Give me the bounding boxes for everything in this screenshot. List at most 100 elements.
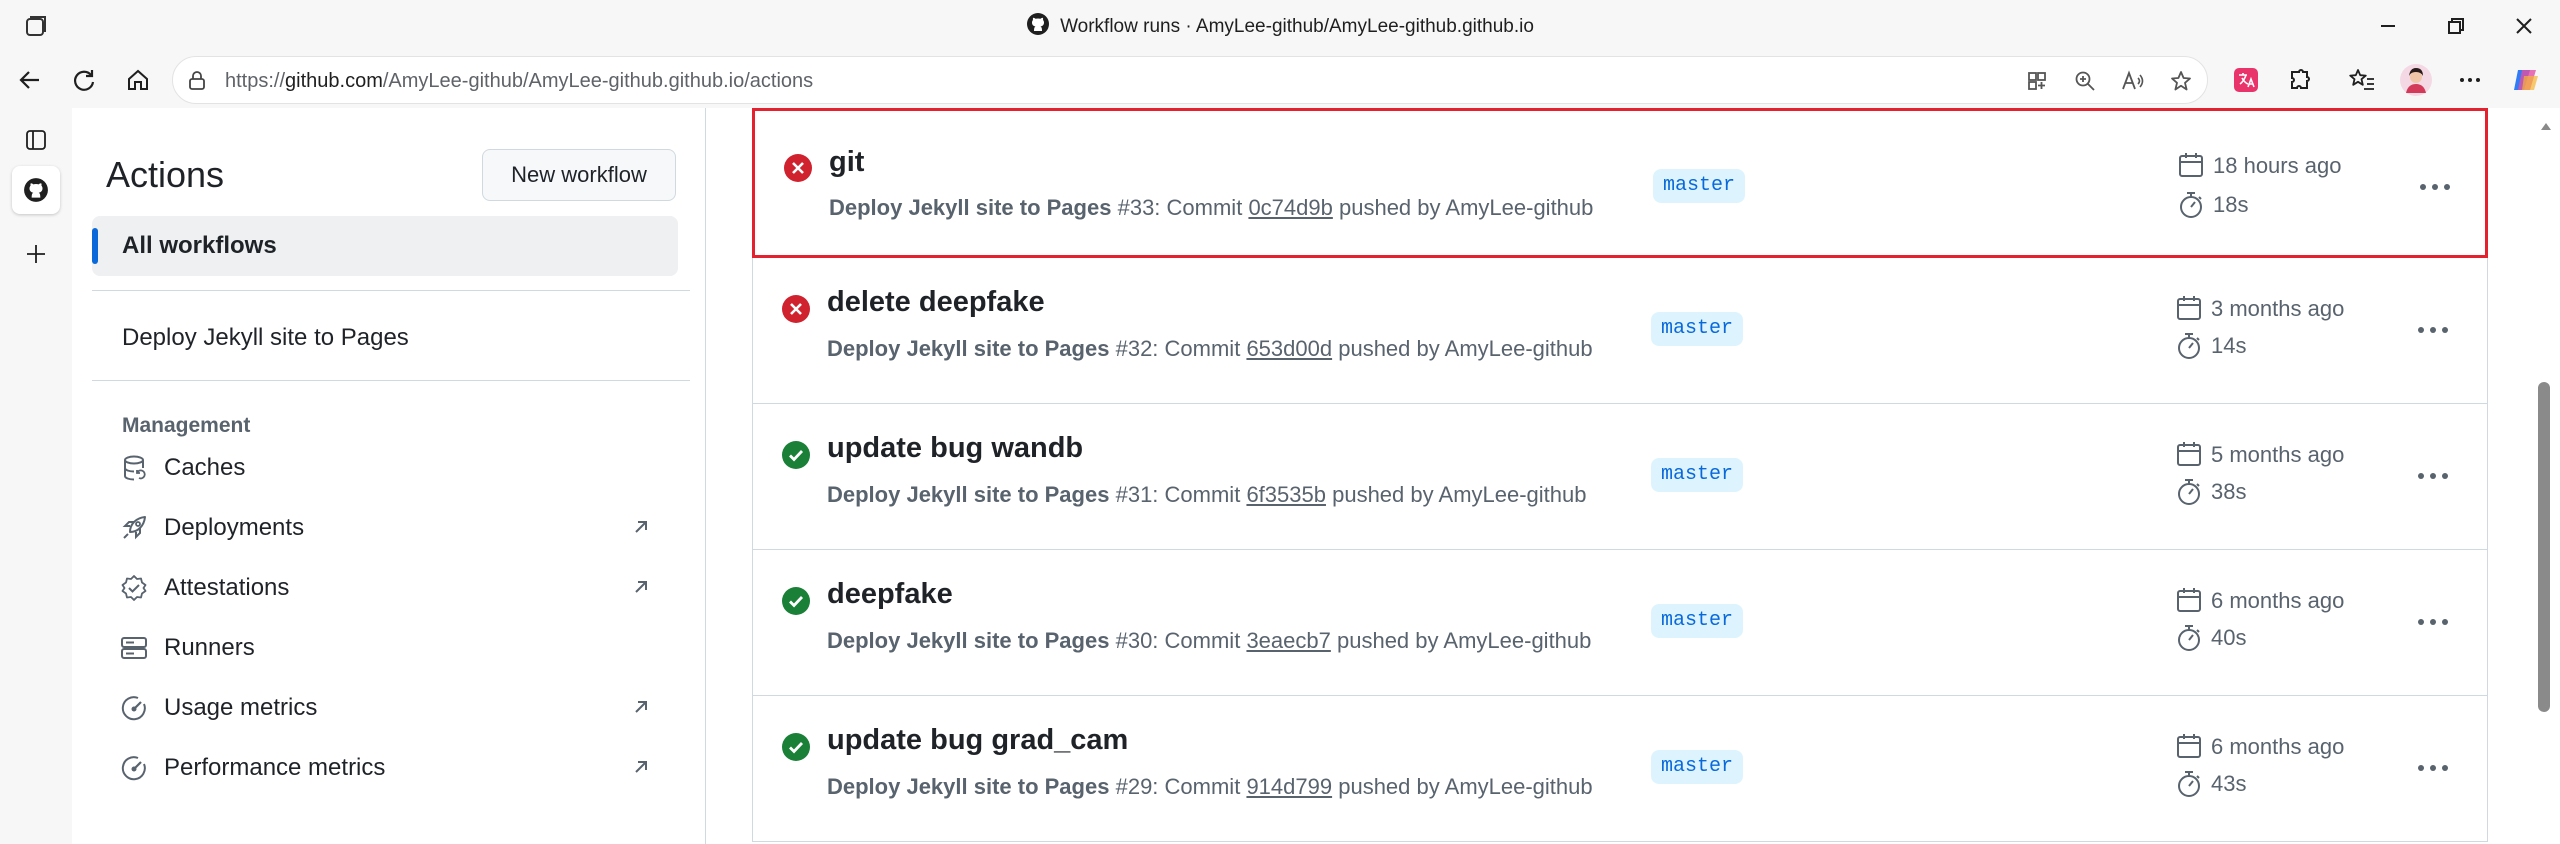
run-options-kebab-icon[interactable] [2411, 748, 2455, 788]
management-heading: Management [122, 414, 251, 437]
extensions-icon[interactable] [2282, 62, 2318, 98]
run-title-link[interactable]: update bug wandb [827, 432, 1083, 465]
run-duration: 14s [2211, 333, 2247, 358]
run-number: #33: Commit [1117, 195, 1243, 220]
sidebar-item-all-workflows[interactable]: All workflows [92, 216, 678, 276]
page-scrollbar[interactable] [2532, 108, 2560, 844]
meter-icon [120, 754, 148, 782]
workflow-run-row[interactable]: git Deploy Jekyll site to Pages #33: Com… [752, 108, 2488, 258]
external-link-icon [630, 576, 652, 598]
new-workflow-button[interactable]: New workflow [482, 149, 676, 201]
run-meta: Deploy Jekyll site to Pages #29: Commit … [827, 774, 1593, 800]
workflow-run-row[interactable]: update bug wandb Deploy Jekyll site to P… [752, 404, 2488, 550]
pushed-by: pushed by AmyLee-github [1338, 336, 1593, 361]
failure-x-icon [781, 294, 811, 324]
run-date: 5 months ago [2211, 442, 2345, 467]
workflow-name: Deploy Jekyll site to Pages [827, 336, 1110, 361]
sidebar-item-label: All workflows [122, 232, 277, 259]
sidebar-item-label: Performance metrics [164, 754, 386, 781]
sidebar-item-label: Runners [164, 634, 255, 661]
github-tab-icon[interactable] [12, 166, 60, 214]
stopwatch-icon [2175, 624, 2203, 652]
server-icon [120, 634, 148, 662]
run-title-link[interactable]: deepfake [827, 578, 953, 611]
commit-link[interactable]: 3eaecb7 [1246, 628, 1330, 653]
run-meta: Deploy Jekyll site to Pages #33: Commit … [829, 195, 1593, 221]
browser-titlebar: Workflow runs · AmyLee-github/AmyLee-git… [0, 0, 2560, 52]
copilot-icon[interactable] [2508, 62, 2544, 98]
settings-more-icon[interactable] [2452, 62, 2488, 98]
pushed-by: pushed by AmyLee-github [1336, 628, 1592, 653]
sidebar-item-runners[interactable]: Runners [120, 624, 680, 672]
run-title-link[interactable]: update bug grad_cam [827, 724, 1128, 757]
run-options-kebab-icon[interactable] [2411, 602, 2455, 642]
run-number: #29: Commit [1115, 774, 1241, 799]
workflow-run-row[interactable]: deepfake Deploy Jekyll site to Pages #30… [752, 550, 2488, 696]
favorites-icon[interactable] [2344, 62, 2380, 98]
commit-link[interactable]: 653d00d [1246, 336, 1332, 361]
sidebar-item-caches[interactable]: Caches [120, 444, 680, 492]
minimize-button[interactable] [2370, 8, 2406, 44]
run-date: 6 months ago [2211, 588, 2345, 613]
translate-extension-icon[interactable] [2228, 62, 2264, 98]
branch-badge[interactable]: master [1651, 312, 1744, 346]
workflow-name: Deploy Jekyll site to Pages [827, 774, 1110, 799]
run-title-link[interactable]: delete deepfake [827, 286, 1045, 319]
workflow-name: Deploy Jekyll site to Pages [829, 195, 1112, 220]
url-text[interactable]: https://github.com/AmyLee-github/AmyLee-… [225, 70, 813, 93]
home-button[interactable] [118, 60, 158, 100]
zoom-icon[interactable] [2071, 67, 2099, 95]
sidebar-item-deploy-jekyll[interactable]: Deploy Jekyll site to Pages [122, 324, 409, 352]
favorite-star-icon[interactable] [2167, 67, 2195, 95]
stopwatch-icon [2175, 332, 2203, 360]
workflow-run-row[interactable]: delete deepfake Deploy Jekyll site to Pa… [752, 258, 2488, 404]
commit-link[interactable]: 914d799 [1246, 774, 1332, 799]
new-tab-plus-icon[interactable] [12, 230, 60, 278]
commit-link[interactable]: 6f3535b [1246, 482, 1326, 507]
close-window-button[interactable] [2506, 8, 2542, 44]
sidebar-item-attestations[interactable]: Attestations [120, 564, 680, 612]
restore-button[interactable] [2438, 8, 2474, 44]
run-duration: 40s [2211, 625, 2247, 650]
workflow-name: Deploy Jekyll site to Pages [827, 482, 1110, 507]
failure-x-icon [783, 153, 813, 183]
sidebar-item-usage-metrics[interactable]: Usage metrics [120, 684, 680, 732]
commit-link[interactable]: 0c74d9b [1248, 195, 1332, 220]
run-number: #32: Commit [1115, 336, 1241, 361]
branch-badge[interactable]: master [1653, 169, 1746, 203]
sidebar-item-deployments[interactable]: Deployments [120, 504, 680, 552]
workflow-runs-list: git Deploy Jekyll site to Pages #33: Com… [752, 108, 2488, 844]
read-aloud-icon[interactable] [2119, 67, 2147, 95]
run-duration: 43s [2211, 771, 2247, 796]
site-info-icon[interactable] [185, 69, 209, 93]
stopwatch-icon [2175, 770, 2203, 798]
success-check-icon [781, 586, 811, 616]
run-meta: Deploy Jekyll site to Pages #31: Commit … [827, 482, 1587, 508]
browser-toolbar: https://github.com/AmyLee-github/AmyLee-… [0, 52, 2560, 108]
sidebar-item-label: Attestations [164, 574, 290, 601]
scroll-up-arrow-icon[interactable] [2540, 118, 2552, 130]
run-options-kebab-icon[interactable] [2411, 456, 2455, 496]
meter-icon [120, 694, 148, 722]
workflow-run-row[interactable]: update bug grad_cam Deploy Jekyll site t… [752, 696, 2488, 842]
profile-avatar[interactable] [2398, 62, 2434, 98]
run-options-kebab-icon[interactable] [2413, 167, 2457, 207]
scrollbar-thumb[interactable] [2538, 382, 2550, 712]
run-meta: Deploy Jekyll site to Pages #30: Commit … [827, 628, 1591, 654]
verified-icon [120, 574, 148, 602]
refresh-button[interactable] [64, 60, 104, 100]
branch-badge[interactable]: master [1651, 750, 1744, 784]
branch-badge[interactable]: master [1651, 604, 1744, 638]
back-button[interactable] [10, 60, 50, 100]
address-bar[interactable]: https://github.com/AmyLee-github/AmyLee-… [172, 56, 2208, 104]
page-content: Actions New workflow All workflows Deplo… [72, 108, 2532, 844]
browser-vertical-sidebar [0, 108, 72, 844]
run-options-kebab-icon[interactable] [2411, 310, 2455, 350]
window-title-text: Workflow runs · AmyLee-github/AmyLee-git… [1060, 16, 1534, 37]
run-date: 18 hours ago [2213, 153, 2342, 178]
branch-badge[interactable]: master [1651, 458, 1744, 492]
tab-panel-icon[interactable] [12, 116, 60, 164]
app-available-icon[interactable] [2023, 67, 2051, 95]
sidebar-item-performance-metrics[interactable]: Performance metrics [120, 744, 680, 792]
run-title-link[interactable]: git [829, 146, 864, 179]
